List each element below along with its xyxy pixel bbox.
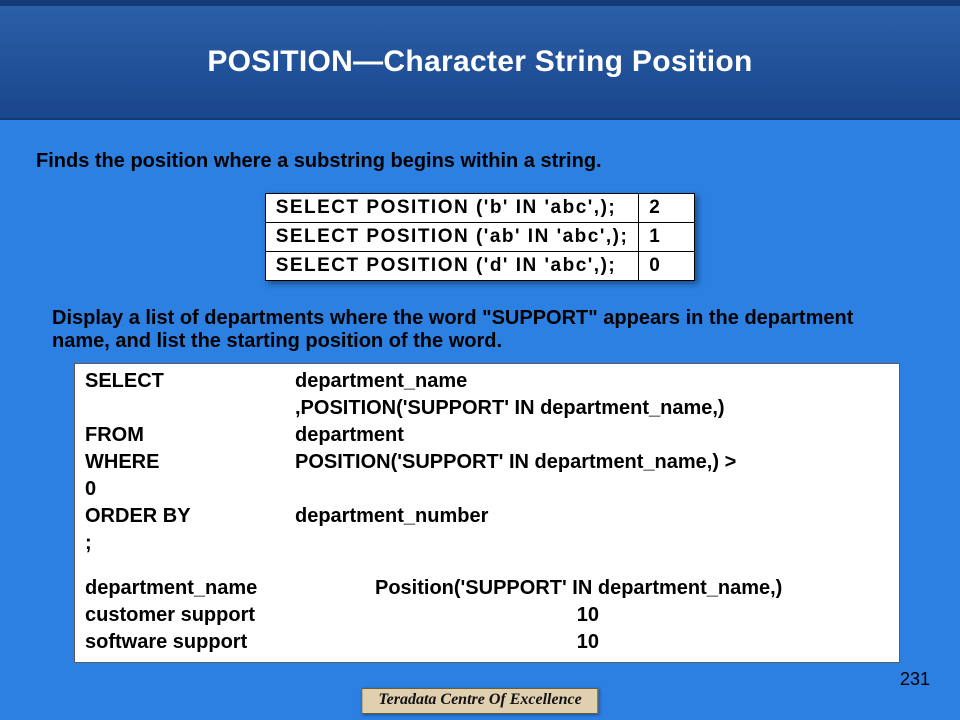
kw-orderby: ORDER BY — [85, 503, 295, 530]
title-band: POSITION—Character String Position — [0, 0, 960, 120]
examples-wrap: SELECT POSITION ('b' IN 'abc',); 2 SELEC… — [30, 193, 930, 281]
example-result: 1 — [639, 223, 695, 252]
result-pos: 10 — [375, 602, 605, 629]
table-row: SELECT POSITION ('d' IN 'abc',); 0 — [265, 252, 695, 281]
subtitle-text: Finds the position where a substring beg… — [36, 150, 930, 173]
result-name: customer support — [85, 602, 375, 629]
example-stmt: SELECT POSITION ('b' IN 'abc',); — [265, 194, 639, 223]
arg-from: department — [295, 422, 889, 449]
content-area: Finds the position where a substring beg… — [0, 120, 960, 663]
result-row: customer support 10 — [85, 602, 889, 629]
arg-select2: ,POSITION('SUPPORT' IN department_name,) — [295, 395, 889, 422]
table-row: SELECT POSITION ('b' IN 'abc',); 2 — [265, 194, 695, 223]
instruction-text: Display a list of departments where the … — [52, 307, 912, 353]
arg-select: department_name — [295, 368, 889, 395]
example-result: 0 — [639, 252, 695, 281]
kw-where: WHERE — [85, 449, 295, 476]
where-zero: 0 — [85, 476, 889, 503]
result-name: software support — [85, 629, 375, 656]
slide-title: POSITION—Character String Position — [207, 45, 752, 79]
result-header-col2: Position('SUPPORT' IN department_name,) — [375, 575, 889, 602]
arg-orderby: department_number — [295, 503, 889, 530]
arg-where: POSITION('SUPPORT' IN department_name,) … — [295, 449, 889, 476]
examples-table: SELECT POSITION ('b' IN 'abc',); 2 SELEC… — [265, 193, 696, 281]
result-pos: 10 — [375, 629, 605, 656]
semicolon: ; — [85, 530, 889, 557]
kw-select: SELECT — [85, 368, 295, 395]
example-result: 2 — [639, 194, 695, 223]
query-box: SELECT department_name ,POSITION('SUPPOR… — [74, 363, 900, 663]
kw-blank — [85, 395, 295, 422]
result-row: software support 10 — [85, 629, 889, 656]
footer-label: Teradata Centre Of Excellence — [361, 688, 598, 714]
table-row: SELECT POSITION ('ab' IN 'abc',); 1 — [265, 223, 695, 252]
result-header-col1: department_name — [85, 575, 375, 602]
kw-from: FROM — [85, 422, 295, 449]
example-stmt: SELECT POSITION ('ab' IN 'abc',); — [265, 223, 639, 252]
page-number: 231 — [900, 669, 930, 690]
example-stmt: SELECT POSITION ('d' IN 'abc',); — [265, 252, 639, 281]
result-header: department_name Position('SUPPORT' IN de… — [85, 575, 889, 602]
